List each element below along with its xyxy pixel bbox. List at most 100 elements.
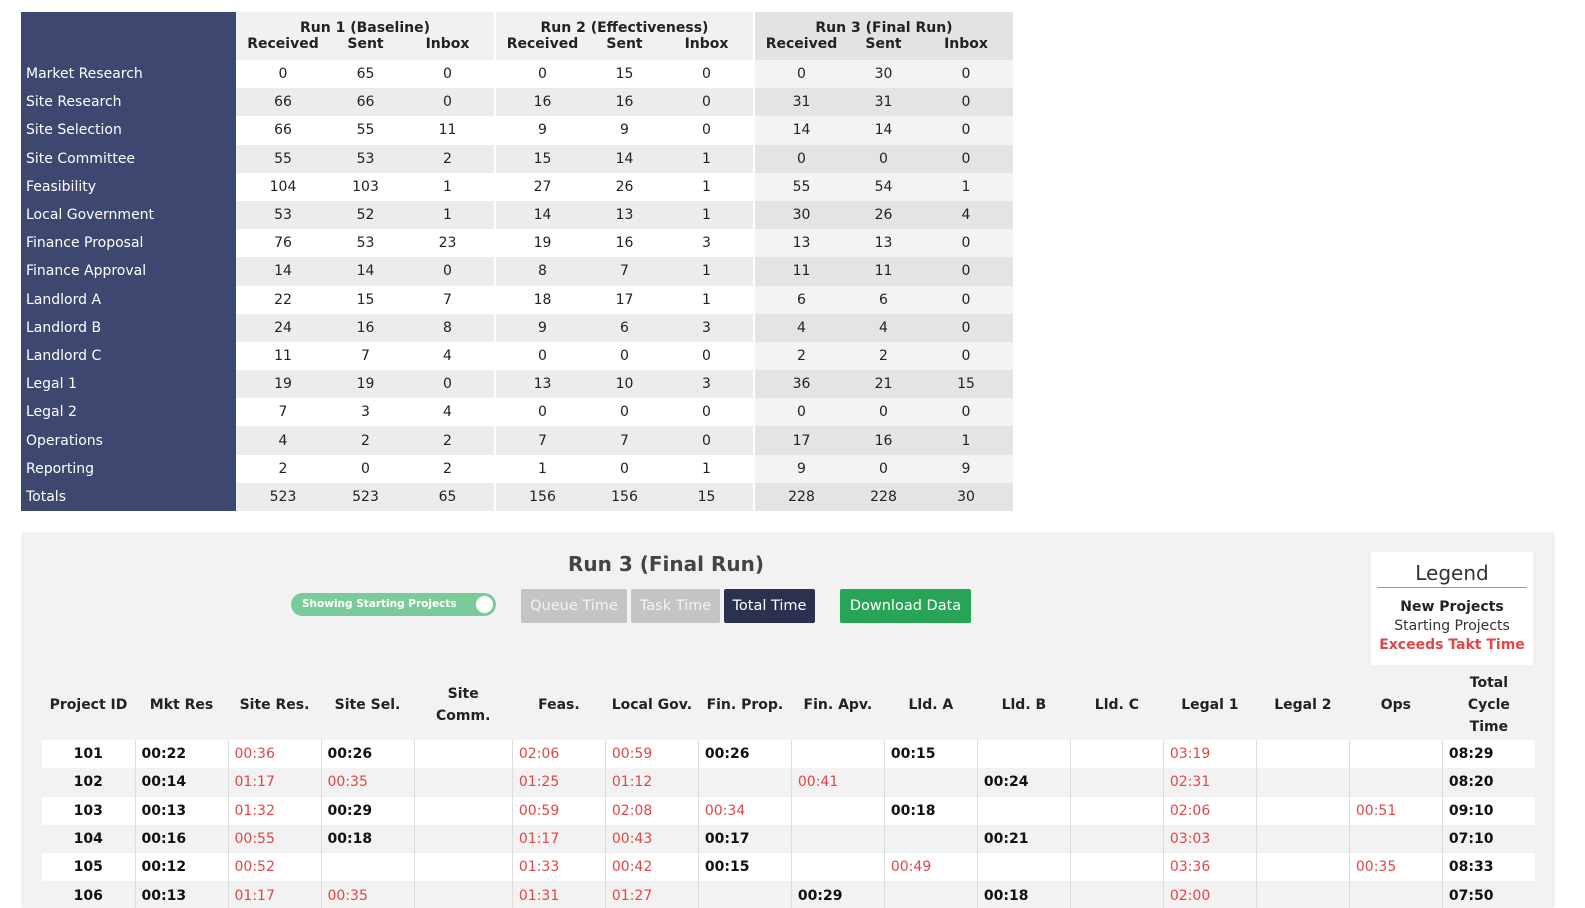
time-cell: 01:17 (227, 881, 321, 908)
time-cell (976, 853, 1071, 882)
summary-cell: 7 (589, 426, 660, 455)
summary-row-label: Legal 1 (21, 370, 236, 399)
summary-row: Landlord B 24 16 8 9 6 3 4 4 0 (21, 313, 1013, 342)
time-cell: 00:55 (227, 824, 321, 854)
summary-cell: 2 (848, 341, 919, 371)
summary-cell: 13 (589, 200, 660, 230)
time-cell (1255, 853, 1350, 882)
summary-cell: 0 (401, 370, 495, 399)
cycle-time-body: 101 00:22 00:36 00:26 02:06 00:59 00:26 00:15 03… (42, 740, 1536, 908)
total-time-button[interactable]: Total Time (724, 589, 815, 623)
summary-row: Site Selection 66 55 11 9 9 0 14 14 0 (21, 116, 1013, 145)
time-cell: 02:31 (1162, 768, 1257, 797)
time-cell: 00:21 (976, 824, 1071, 854)
summary-cell: 16 (494, 88, 589, 117)
summary-cell: 1 (919, 172, 1013, 201)
time-cell: 01:17 (511, 824, 606, 854)
summary-cell: 0 (660, 88, 754, 117)
task-time-button[interactable]: Task Time (631, 589, 720, 623)
summary-cell: 1 (660, 285, 754, 314)
summary-cell: 4 (919, 200, 1013, 230)
legend: Legend New Projects Starting Projects Ex… (1371, 552, 1533, 665)
time-cell (697, 768, 792, 797)
summary-cell: 1 (401, 200, 495, 230)
summary-cell: 23 (401, 229, 495, 258)
summary-cell: 0 (494, 60, 589, 89)
queue-time-button[interactable]: Queue Time (521, 589, 627, 623)
summary-cell: 0 (494, 341, 589, 371)
summary-cell: 0 (919, 257, 1013, 286)
summary-cell: 21 (848, 370, 919, 399)
summary-row: Site Committee 55 53 2 15 14 1 0 0 0 (21, 144, 1013, 173)
summary-cell: 0 (660, 341, 754, 371)
summary-cell: 54 (848, 172, 919, 201)
summary-cell: 156 (589, 482, 660, 511)
summary-cell: 1 (660, 200, 754, 230)
summary-cell: 15 (919, 370, 1013, 399)
project-id-cell: 102 (42, 768, 135, 797)
time-cell (883, 824, 978, 854)
summary-cell: 15 (660, 482, 754, 511)
summary-cell: 523 (236, 482, 330, 511)
summary-row: Landlord C 11 7 4 0 0 0 2 2 0 (21, 341, 1013, 371)
summary-row: Legal 2734000000 (21, 398, 1013, 427)
summary-cell: 2 (753, 341, 848, 371)
summary-cell: 0 (919, 313, 1013, 342)
summary-cell: 11 (236, 341, 330, 371)
summary-row-label: Finance Approval (21, 257, 236, 286)
summary-cell: 9 (589, 116, 660, 145)
summary-cell: 66 (236, 88, 330, 117)
cycle-row: 104 00:16 00:55 00:18 01:17 00:43 00:17 00:21 03… (42, 824, 1536, 854)
time-cell (1255, 768, 1350, 797)
time-cell: 08:29 (1441, 740, 1536, 769)
summary-cell: 7 (589, 257, 660, 286)
time-cell (413, 768, 513, 797)
project-id-cell: 105 (42, 853, 135, 882)
time-cell: 00:18 (883, 796, 978, 825)
summary-cell: 103 (330, 172, 401, 201)
summary-cell: 1 (660, 172, 754, 201)
summary-cell: 24 (236, 313, 330, 342)
summary-cell: 0 (589, 398, 660, 427)
summary-cell: 76 (236, 229, 330, 258)
summary-cell: 13 (494, 370, 589, 399)
project-id-cell: 103 (42, 796, 135, 825)
time-cell (1348, 824, 1443, 854)
summary-cell: 55 (330, 116, 401, 145)
run-header: Run 1 (Baseline) (236, 12, 495, 36)
time-cell: 00:18 (976, 881, 1071, 908)
summary-cell: 0 (753, 144, 848, 173)
time-cell: 00:43 (604, 824, 699, 854)
time-cell (1069, 796, 1164, 825)
summary-row: Legal 1 19 19 0 13 10 3 36 21 15 (21, 370, 1013, 399)
summary-row: Feasibility 104 103 1 27 26 1 55 54 1 (21, 172, 1013, 201)
cycle-col-header: Local Gov. (611, 697, 693, 713)
summary-cell: 16 (589, 229, 660, 258)
starting-projects-toggle[interactable]: Showing Starting Projects (291, 593, 496, 616)
summary-cell: 0 (660, 60, 754, 89)
summary-row: Local Government 53 52 1 14 13 1 30 26 4 (21, 200, 1013, 230)
cycle-row: 101 00:22 00:36 00:26 02:06 00:59 00:26 00:15 03… (42, 740, 1536, 769)
summary-cell: 11 (753, 257, 848, 286)
summary-body: Market Research 0 65 0 0 15 0 0 30 0 Site Research… (21, 60, 1013, 511)
time-cell: 00:17 (697, 824, 792, 854)
time-cell: 09:10 (1441, 796, 1536, 825)
summary-cell: 228 (848, 482, 919, 511)
summary-row-label: Landlord A (21, 285, 236, 314)
time-cell (697, 881, 792, 908)
col-header: Inbox (660, 36, 754, 60)
col-header: Received (494, 36, 589, 60)
cycle-row: 105 00:12 00:52 01:33 00:42 00:15 00:49 03:36 00… (42, 853, 1536, 882)
time-cell: 08:33 (1441, 853, 1536, 882)
col-header: Inbox (919, 36, 1013, 60)
summary-row-label: Legal 2 (21, 398, 236, 427)
toggle-knob (476, 596, 493, 613)
time-cell: 02:06 (511, 740, 606, 769)
summary-cell: 22 (236, 285, 330, 314)
download-data-button[interactable]: Download Data (840, 589, 971, 623)
summary-cell: 1 (401, 172, 495, 201)
summary-row-label: Reporting (21, 454, 236, 483)
time-cell: 00:41 (790, 768, 885, 797)
summary-cell: 9 (753, 454, 848, 483)
summary-row-label: Market Research (21, 60, 236, 89)
